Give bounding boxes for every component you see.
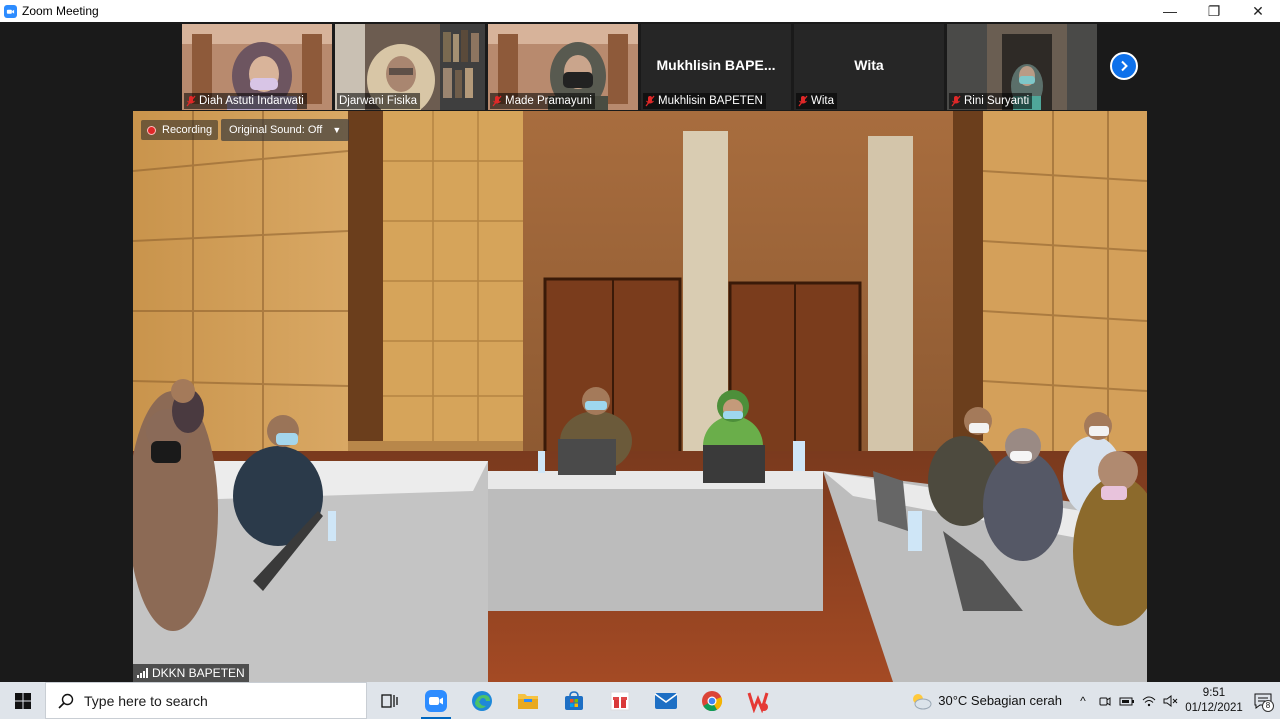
taskbar-mail-app[interactable] bbox=[643, 682, 689, 719]
participant-name: Diah Astuti Indarwati bbox=[199, 95, 304, 107]
windows-logo-icon bbox=[14, 692, 31, 709]
start-button[interactable] bbox=[0, 682, 45, 719]
chevron-down-icon: ▼ bbox=[332, 125, 342, 135]
participant-name: Rini Suryanti bbox=[964, 95, 1030, 107]
folder-icon bbox=[518, 693, 538, 709]
participant-tile[interactable]: Djarwani Fisika bbox=[335, 24, 485, 110]
window-titlebar: Zoom Meeting — ❐ ✕ bbox=[0, 0, 1280, 22]
chrome-icon bbox=[702, 690, 723, 711]
speaker-name-tag: DKKN BAPETEN bbox=[133, 664, 249, 682]
participant-name: Mukhlisin BAPETEN bbox=[658, 95, 763, 107]
taskbar-wps-app[interactable] bbox=[735, 682, 781, 719]
recording-label: Recording bbox=[162, 124, 213, 136]
zoom-meeting-area: Diah Astuti Indarwati Djarwani Fisika Ma… bbox=[0, 22, 1280, 682]
muted-mic-icon bbox=[492, 95, 502, 107]
muted-mic-icon bbox=[798, 95, 808, 107]
participant-display-name: Mukhlisin BAPE... bbox=[656, 57, 776, 73]
partly-cloudy-icon bbox=[913, 693, 932, 709]
system-tray: 30°C Sebagian cerah ^ 9:51 01/12/2021 8 bbox=[910, 682, 1280, 719]
clock-date: 01/12/2021 bbox=[1185, 701, 1243, 714]
next-page-button[interactable] bbox=[1110, 52, 1138, 80]
task-view-icon bbox=[381, 693, 398, 708]
taskbar-microsoft-store[interactable] bbox=[551, 682, 597, 719]
wifi-icon[interactable] bbox=[1138, 682, 1160, 719]
participant-name: Wita bbox=[811, 95, 834, 107]
chevron-up-icon[interactable]: ^ bbox=[1072, 682, 1094, 719]
zoom-icon bbox=[425, 689, 447, 712]
muted-mic-icon bbox=[186, 95, 196, 107]
muted-mic-icon bbox=[951, 95, 961, 107]
weather-widget[interactable]: 30°C Sebagian cerah bbox=[910, 692, 1062, 710]
search-placeholder: Type here to search bbox=[84, 692, 208, 709]
muted-mic-icon bbox=[645, 95, 655, 107]
participant-display-name: Wita bbox=[854, 57, 884, 73]
store-icon bbox=[565, 690, 583, 710]
recording-indicator: Recording bbox=[141, 120, 219, 140]
signal-strength-icon bbox=[137, 668, 148, 678]
participant-tile[interactable]: Wita Wita bbox=[794, 24, 944, 110]
battery-icon[interactable] bbox=[1116, 682, 1138, 719]
taskbar-gift-app[interactable] bbox=[597, 682, 643, 719]
participant-tile[interactable]: Diah Astuti Indarwati bbox=[182, 24, 332, 110]
original-sound-label: Original Sound: Off bbox=[229, 124, 323, 136]
taskbar-search-box[interactable]: Type here to search bbox=[45, 682, 367, 719]
participant-tile[interactable]: Rini Suryanti bbox=[947, 24, 1097, 110]
zoom-app-icon bbox=[4, 4, 17, 18]
participant-thumbnail-strip: Diah Astuti Indarwati Djarwani Fisika Ma… bbox=[182, 24, 1097, 110]
participant-name: Djarwani Fisika bbox=[339, 95, 417, 107]
window-title: Zoom Meeting bbox=[22, 4, 99, 18]
taskbar-zoom-app[interactable] bbox=[413, 682, 459, 719]
search-icon bbox=[58, 693, 74, 709]
original-sound-toggle[interactable]: Original Sound: Off ▼ bbox=[221, 119, 350, 141]
weather-text: 30°C Sebagian cerah bbox=[938, 693, 1062, 708]
gift-icon bbox=[610, 691, 630, 710]
edge-icon bbox=[472, 690, 492, 711]
chevron-right-icon bbox=[1121, 60, 1128, 72]
meeting-room-scene bbox=[133, 111, 1147, 682]
mail-icon bbox=[654, 692, 678, 709]
restore-button[interactable]: ❐ bbox=[1192, 0, 1236, 22]
volume-muted-icon[interactable] bbox=[1160, 682, 1182, 719]
taskbar-chrome-app[interactable] bbox=[689, 682, 735, 719]
speaker-name: DKKN BAPETEN bbox=[152, 666, 245, 680]
taskbar-edge-app[interactable] bbox=[459, 682, 505, 719]
windows-taskbar: Type here to search 30°C Sebagian cerah … bbox=[0, 682, 1280, 719]
wps-office-icon bbox=[747, 692, 769, 713]
notification-center-button[interactable]: 8 bbox=[1246, 682, 1280, 719]
participant-name: Made Pramayuni bbox=[505, 95, 592, 107]
recording-dot-icon bbox=[147, 125, 156, 135]
notification-count-badge: 8 bbox=[1262, 700, 1274, 712]
participant-tile[interactable]: Made Pramayuni bbox=[488, 24, 638, 110]
minimize-button[interactable]: — bbox=[1148, 0, 1192, 22]
taskbar-clock[interactable]: 9:51 01/12/2021 bbox=[1182, 686, 1246, 716]
close-button[interactable]: ✕ bbox=[1236, 0, 1280, 22]
participant-tile[interactable]: Mukhlisin BAPE... Mukhlisin BAPETEN bbox=[641, 24, 791, 110]
task-view-button[interactable] bbox=[367, 682, 413, 719]
taskbar-file-explorer[interactable] bbox=[505, 682, 551, 719]
clock-time: 9:51 bbox=[1202, 686, 1226, 699]
meet-now-icon[interactable] bbox=[1094, 682, 1116, 719]
active-speaker-video[interactable]: Recording Original Sound: Off ▼ DKKN BAP… bbox=[133, 111, 1147, 682]
